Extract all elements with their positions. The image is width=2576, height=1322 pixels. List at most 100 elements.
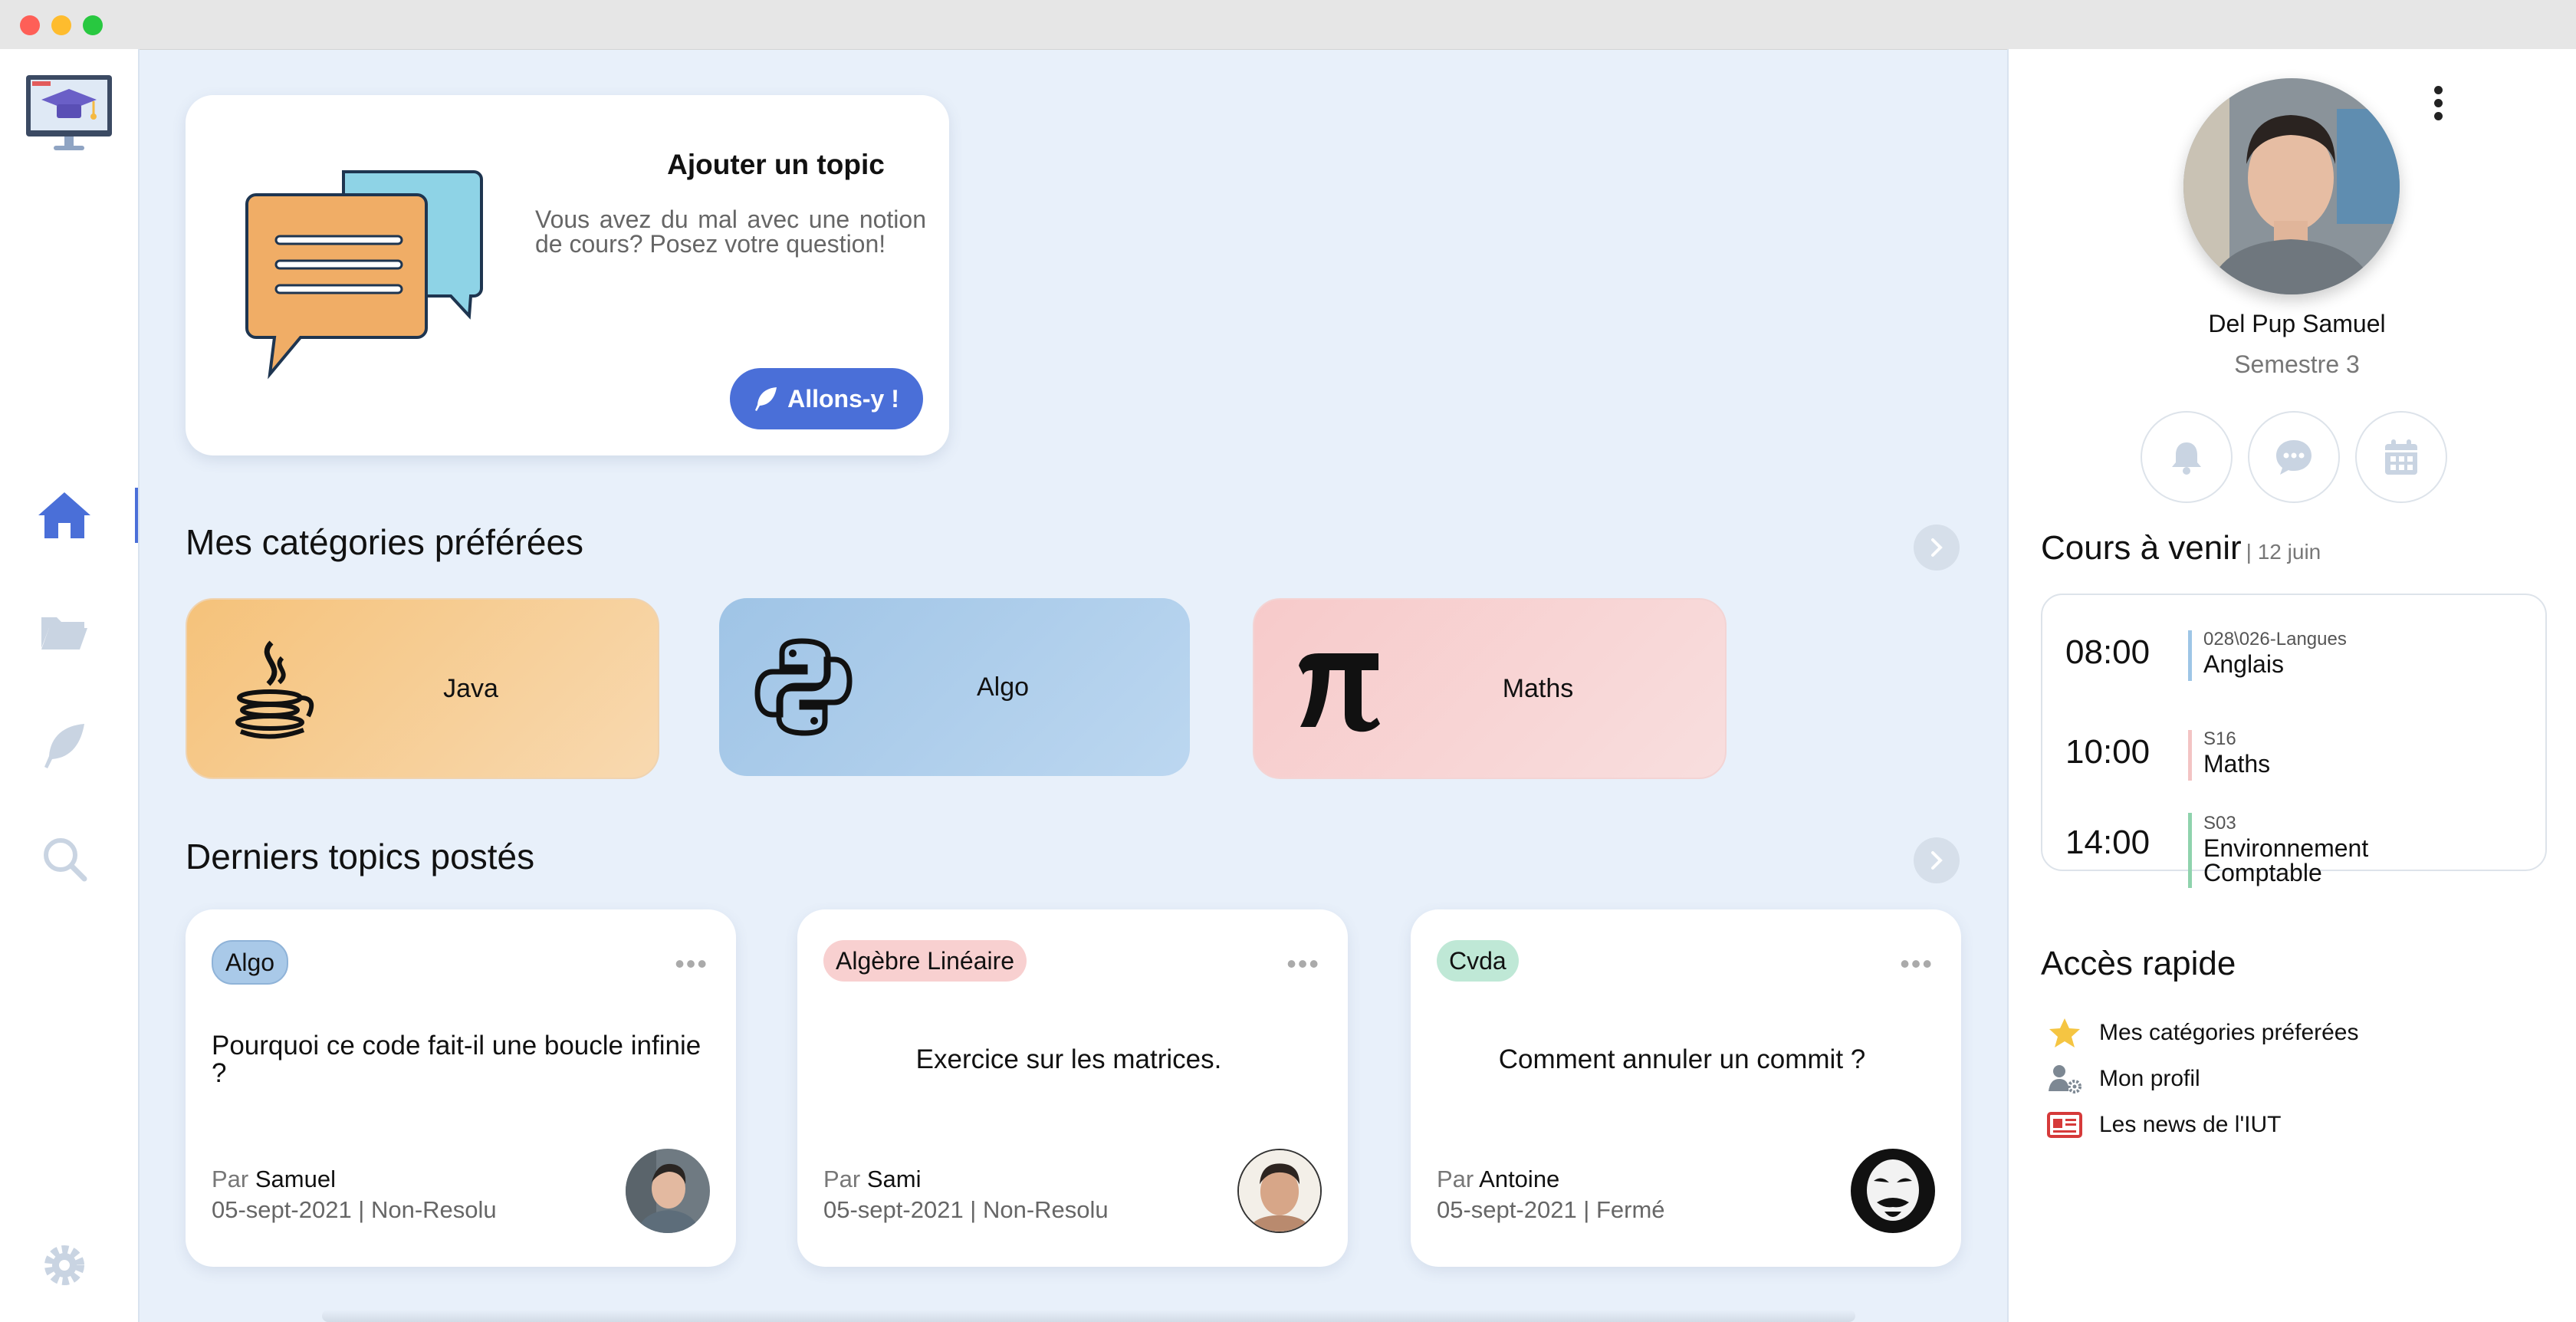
avatar <box>1851 1149 1935 1233</box>
sidebar <box>0 49 140 1322</box>
nav-post-topic[interactable] <box>34 715 95 776</box>
schedule-card: 08:00 028\026-Langues Anglais 10:00 S16 … <box>2041 594 2547 888</box>
avatar <box>626 1149 710 1233</box>
feather-icon <box>755 387 777 411</box>
user-gear-icon <box>2049 1065 2082 1093</box>
slot-room: S16 <box>2203 728 2236 749</box>
topic-tag: Algèbre Linéaire <box>823 940 1027 982</box>
horizontal-scrollbar[interactable] <box>322 1310 1855 1322</box>
by-prefix: Par <box>1437 1166 1474 1192</box>
topic-meta: 05-sept-2021 | Non-Resolu <box>823 1196 1109 1223</box>
upcoming-date: | 12 juin <box>2246 540 2321 564</box>
category-card-java[interactable]: Java <box>186 598 659 779</box>
topic-tag: Algo <box>212 940 289 985</box>
category-card-maths[interactable]: Maths <box>1253 598 1727 779</box>
by-prefix: Par <box>823 1166 861 1192</box>
slot-color-bar <box>2188 630 2192 681</box>
topic-card[interactable]: Algo ••• Pourquoi ce code fait-il une bo… <box>186 909 736 1267</box>
java-icon <box>235 640 314 739</box>
nav-settings[interactable] <box>34 1235 95 1296</box>
slot-room: 028\026-Langues <box>2203 629 2347 649</box>
slot-color-bar <box>2188 730 2192 781</box>
quick-link-label: Mon profil <box>2099 1066 2200 1091</box>
add-topic-title: Ajouter un topic <box>667 149 885 180</box>
quick-link-profile[interactable]: Mon profil <box>2047 1060 2200 1098</box>
quick-access-title: Accès rapide <box>2041 945 2236 982</box>
topics-next-button[interactable] <box>1914 837 1960 883</box>
category-label: Java <box>443 673 498 703</box>
calendar-button[interactable] <box>2355 411 2447 503</box>
categories-section-title: Mes catégories préférées <box>186 522 584 562</box>
topic-question: Pourquoi ce code fait-il une boucle infi… <box>212 1031 702 1088</box>
topic-tag: Cvda <box>1437 940 1519 982</box>
chat-bubbles-icon <box>245 170 483 380</box>
schedule-slot[interactable]: 14:00 S03 Environnement Comptable <box>2065 813 2525 890</box>
topic-card[interactable]: Algèbre Linéaire ••• Exercice sur les ma… <box>797 909 1348 1267</box>
app-logo-icon[interactable] <box>23 72 115 156</box>
by-prefix: Par <box>212 1166 249 1192</box>
profile-name: Del Pup Samuel <box>2208 310 2386 337</box>
nav-active-indicator <box>135 488 138 543</box>
more-options-icon[interactable] <box>2423 80 2453 126</box>
python-icon <box>754 638 853 736</box>
category-card-algo[interactable]: Algo <box>719 598 1190 776</box>
pi-icon <box>1299 653 1380 732</box>
slot-time: 14:00 <box>2065 824 2150 861</box>
slot-room: S03 <box>2203 813 2236 834</box>
slot-course: Anglais <box>2203 650 2284 678</box>
more-options-icon[interactable]: ••• <box>1900 948 1934 980</box>
slot-course: Maths <box>2203 750 2271 778</box>
category-label: Maths <box>1502 673 1574 703</box>
quick-link-news[interactable]: Les news de l'IUT <box>2047 1106 2282 1144</box>
add-topic-description: Vous avez du mal avec une notion de cour… <box>535 206 926 258</box>
chevron-right-icon <box>1931 538 1943 557</box>
nav-folders[interactable] <box>34 601 95 663</box>
topic-author: Antoine <box>1479 1166 1560 1192</box>
topic-meta: 05-sept-2021 | Fermé <box>1437 1196 1665 1223</box>
topic-author: Samuel <box>255 1166 336 1192</box>
lets-go-button[interactable]: Allons-y ! <box>730 368 923 429</box>
upcoming-title-row: Cours à venir | 12 juin <box>2041 529 2321 567</box>
topic-question: Exercice sur les matrices. <box>915 1044 1222 1074</box>
schedule-slot[interactable]: 08:00 028\026-Langues Anglais <box>2065 626 2525 702</box>
topic-meta: 05-sept-2021 | Non-Resolu <box>212 1196 497 1223</box>
topic-card[interactable]: Cvda ••• Comment annuler un commit ? Par… <box>1411 909 1961 1267</box>
profile-avatar[interactable] <box>2183 78 2400 294</box>
minimize-window-button[interactable] <box>51 15 71 35</box>
calendar-icon <box>2385 439 2417 475</box>
lets-go-label: Allons-y ! <box>787 384 899 413</box>
avatar <box>1237 1149 1322 1233</box>
upcoming-title: Cours à venir <box>2041 529 2242 567</box>
profile-semester: Semestre 3 <box>2234 350 2360 378</box>
notifications-button[interactable] <box>2141 411 2233 503</box>
profile-panel: Del Pup Samuel Semestre 3 Cours à venir |… <box>2007 49 2576 1322</box>
topic-author: Sami <box>866 1166 922 1192</box>
folder-icon <box>41 617 87 649</box>
slot-time: 08:00 <box>2065 633 2150 671</box>
more-options-icon[interactable]: ••• <box>675 948 708 980</box>
bell-icon <box>2172 442 2201 475</box>
topic-author-line: Par Samuel <box>212 1166 336 1193</box>
nav-search[interactable] <box>34 828 95 890</box>
window-titlebar <box>0 0 2576 50</box>
more-options-icon[interactable]: ••• <box>1286 948 1320 980</box>
home-icon <box>38 492 90 538</box>
quick-link-categories[interactable]: Mes catégories préferées <box>2047 1014 2359 1052</box>
close-window-button[interactable] <box>20 15 40 35</box>
topic-author-line: Par Antoine <box>1437 1166 1559 1193</box>
newspaper-icon <box>2047 1112 2082 1138</box>
quick-link-label: Mes catégories préferées <box>2099 1020 2359 1045</box>
gear-icon <box>44 1245 84 1285</box>
nav-home[interactable] <box>34 485 95 546</box>
topic-author-line: Par Sami <box>823 1166 922 1193</box>
categories-next-button[interactable] <box>1914 525 1960 571</box>
chat-icon <box>2276 440 2312 475</box>
quick-link-label: Les news de l'IUT <box>2099 1112 2282 1137</box>
maximize-window-button[interactable] <box>83 15 103 35</box>
schedule-slot[interactable]: 10:00 S16 Maths <box>2065 725 2525 802</box>
topics-section-title: Derniers topics postés <box>186 837 535 876</box>
add-topic-card: Ajouter un topic Vous avez du mal avec u… <box>186 95 949 455</box>
topic-question: Comment annuler un commit ? <box>1498 1044 1866 1074</box>
messages-button[interactable] <box>2248 411 2340 503</box>
slot-course: Environnement Comptable <box>2203 834 2369 886</box>
